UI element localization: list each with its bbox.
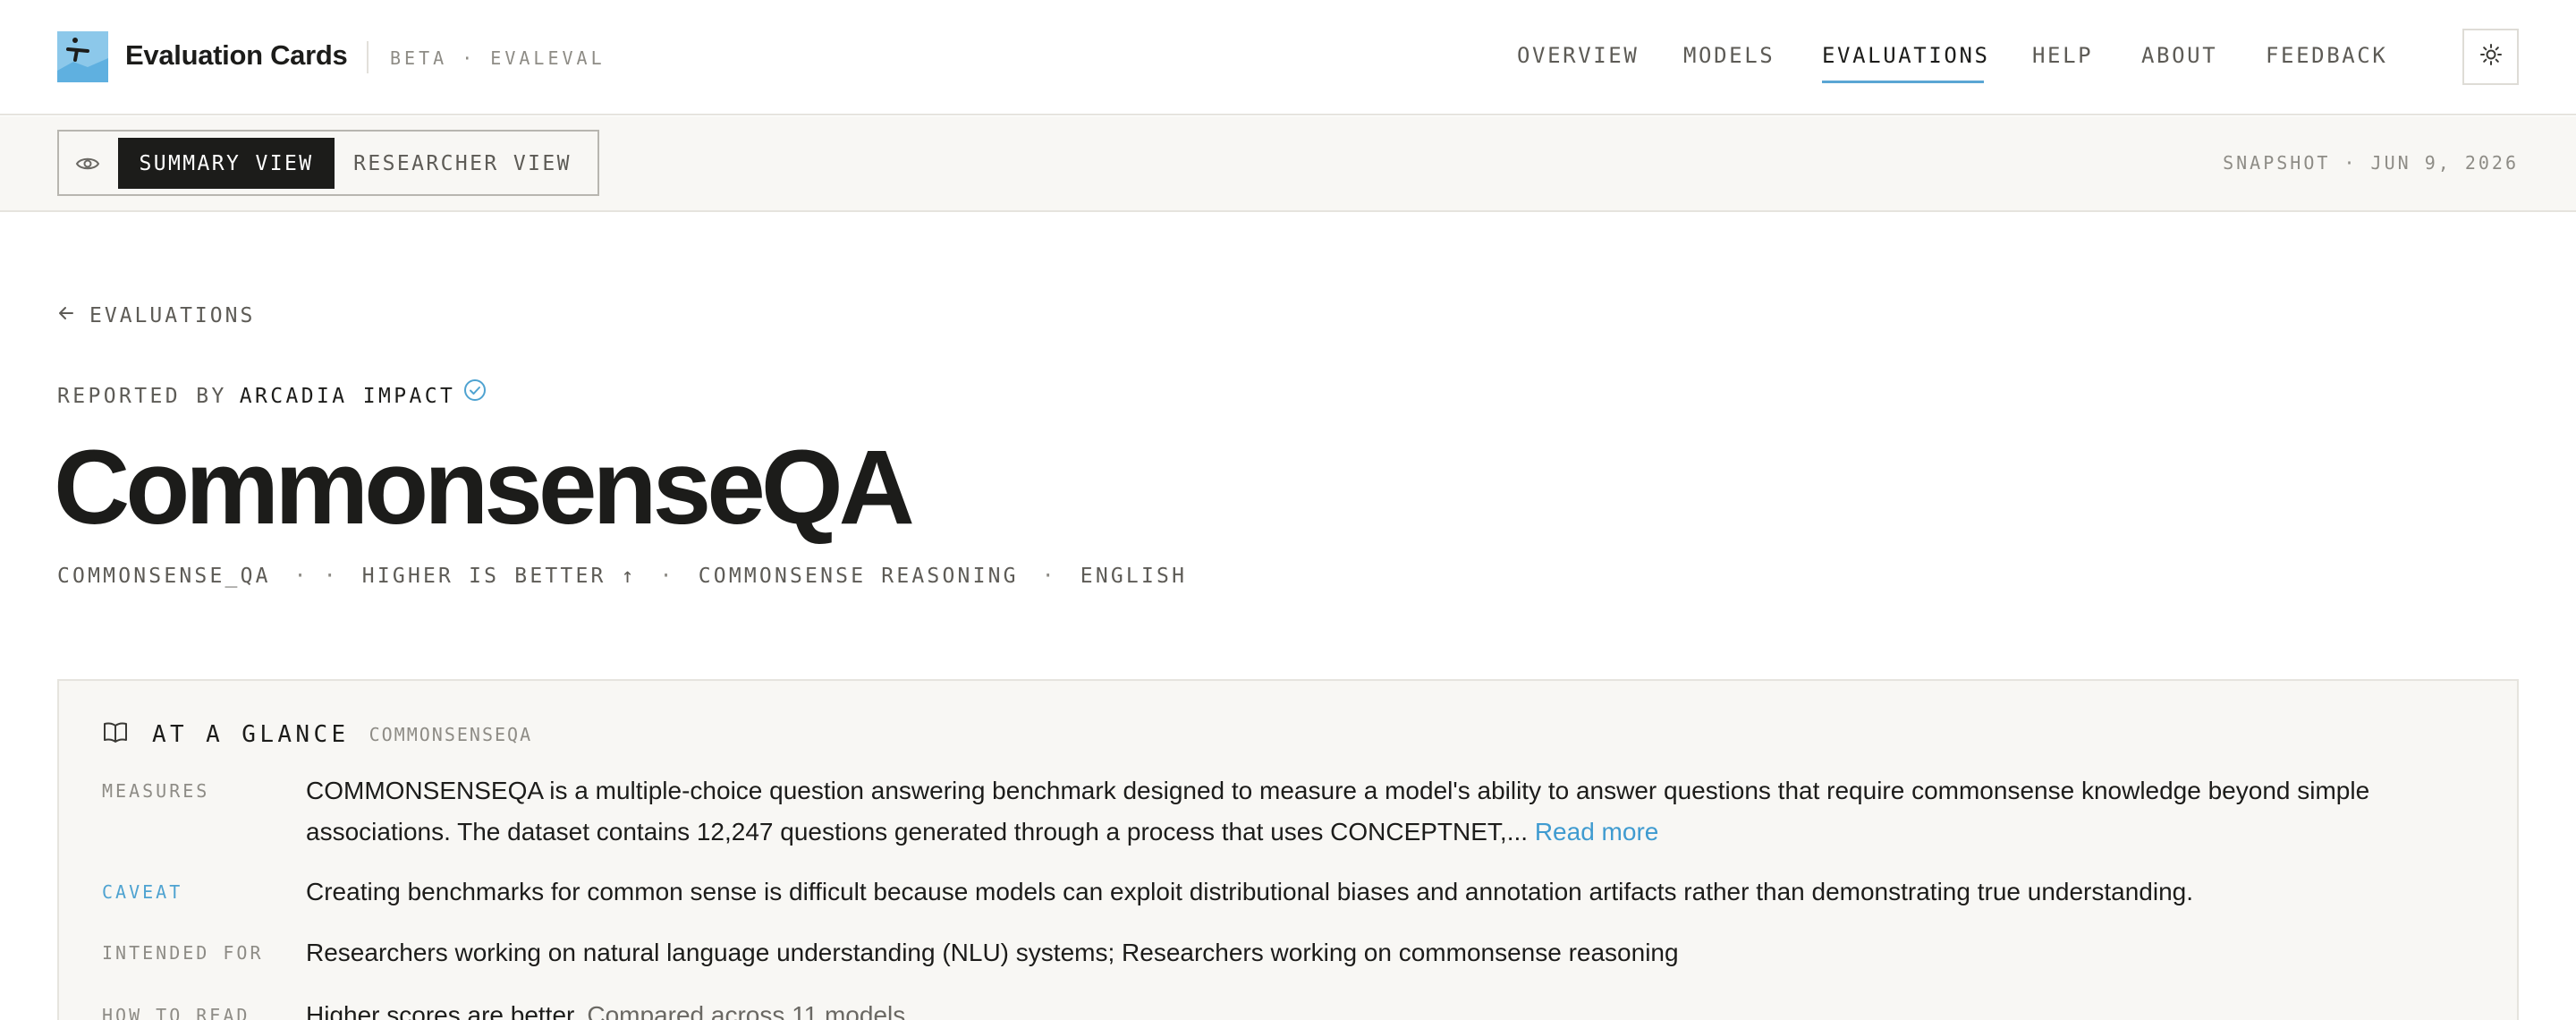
snapshot-date: SNAPSHOT · JUN 9, 2026	[2223, 152, 2519, 174]
nav-models[interactable]: MODELS	[1683, 43, 1775, 68]
arrow-left-icon	[57, 304, 89, 327]
how-to-read-description: Higher scores are better.	[306, 1001, 580, 1020]
language: ENGLISH	[1080, 565, 1188, 588]
app-title[interactable]: Evaluation Cards	[125, 39, 348, 72]
card-subheading: COMMONSENSEQA	[369, 723, 533, 745]
meta-separator: ·	[323, 565, 339, 588]
measures-text: COMMONSENSEQA is a multiple-choice quest…	[306, 770, 2470, 853]
verified-check-icon	[455, 379, 487, 408]
measures-description: COMMONSENSEQA is a multiple-choice quest…	[306, 777, 2370, 846]
sun-icon	[2479, 43, 2503, 71]
nav-overview[interactable]: OVERVIEW	[1517, 43, 1639, 68]
app-logo[interactable]	[57, 31, 108, 82]
nav-about[interactable]: ABOUT	[2141, 43, 2217, 68]
intended-for-label: INTENDED FOR	[102, 942, 264, 964]
book-icon	[102, 718, 129, 750]
view-toggle-group: SUMMARY VIEW RESEARCHER VIEW	[57, 130, 599, 196]
intended-for-text: Researchers working on natural language …	[306, 939, 1679, 966]
back-link-label: EVALUATIONS	[89, 304, 256, 327]
score-direction: HIGHER IS BETTER ↑	[361, 565, 637, 588]
top-nav-bar: Evaluation Cards BETA · EVALEVAL OVERVIE…	[0, 0, 2576, 115]
task-type: COMMONSENSE REASONING	[698, 565, 1019, 588]
at-a-glance-card: AT A GLANCE COMMONSENSEQA MEASURES COMMO…	[57, 679, 2519, 1020]
nav-feedback[interactable]: FEEDBACK	[2266, 43, 2387, 68]
brand-tagline: BETA · EVALEVAL	[390, 47, 606, 69]
reported-by-label: REPORTED BY	[57, 385, 227, 408]
card-heading: AT A GLANCE	[152, 720, 350, 748]
theme-toggle-button[interactable]	[2462, 29, 2519, 85]
measures-label: MEASURES	[102, 780, 210, 802]
card-header: AT A GLANCE COMMONSENSEQA	[102, 718, 532, 750]
eval-id: COMMONSENSE_QA	[57, 565, 271, 588]
summary-view-button[interactable]: SUMMARY VIEW	[118, 138, 335, 189]
page-title: CommonsenseQA	[54, 429, 915, 547]
how-to-read-text: Higher scores are better. Compared acros…	[306, 995, 2470, 1020]
researcher-view-button[interactable]: RESEARCHER VIEW	[342, 138, 583, 189]
eye-icon	[75, 151, 100, 181]
view-bar: SUMMARY VIEW RESEARCHER VIEW SNAPSHOT · …	[0, 116, 2576, 212]
caveat-text: Creating benchmarks for common sense is …	[306, 878, 2193, 905]
nav-active-indicator	[1822, 81, 1984, 83]
read-more-link[interactable]: Read more	[1535, 818, 1659, 846]
brand-divider	[367, 41, 369, 73]
how-to-read-label: HOW TO READ	[102, 1005, 250, 1020]
how-to-read-extra: Compared across 11 models.	[587, 1001, 913, 1020]
caveat-label: CAVEAT	[102, 881, 183, 903]
meta-separator: ·	[1041, 565, 1057, 588]
meta-separator: ·	[659, 565, 675, 588]
meta-separator: ·	[293, 565, 309, 588]
nav-help[interactable]: HELP	[2032, 43, 2093, 68]
reporter-name[interactable]: ARCADIA IMPACT	[240, 385, 455, 408]
nav-evaluations[interactable]: EVALUATIONS	[1822, 43, 1990, 68]
eval-meta-line: COMMONSENSE_QA · · HIGHER IS BETTER ↑ · COMMO…	[57, 565, 1187, 588]
reported-by-line: REPORTED BY ARCADIA IMPACT	[57, 379, 487, 408]
back-to-evaluations-link[interactable]: EVALUATIONS	[57, 304, 255, 327]
